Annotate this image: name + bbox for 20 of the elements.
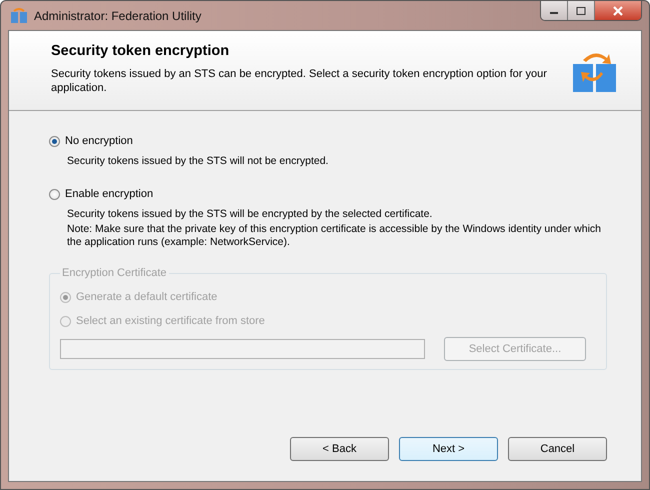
radio-button[interactable]	[49, 136, 60, 146]
radio-label[interactable]: Enable encryption	[65, 188, 154, 200]
option-description: Note: Make sure that the private key of this encryption certificate is accessible by the Windows identity under which the application runs (example: NetworkService).	[67, 223, 602, 249]
option-description: Security tokens issued by the STS will not be encrypted.	[67, 155, 330, 168]
page-description: Security tokens issued by an STS can be encrypted. Select a security token encryption option for your application.	[51, 66, 548, 94]
group-legend: Encryption Certificate	[60, 267, 169, 279]
maximize-button[interactable]	[568, 1, 595, 20]
close-button[interactable]	[595, 1, 641, 20]
app-icon	[10, 8, 28, 24]
maximize-icon	[576, 6, 586, 14]
radio-label[interactable]: No encryption	[65, 135, 133, 147]
radio-button[interactable]	[49, 188, 60, 200]
wizard-button[interactable]: Next >	[399, 437, 498, 461]
option-description: Security tokens issued by the STS will be encrypted by the selected certificate.	[67, 208, 434, 221]
page-title: Security token encryption	[51, 42, 230, 58]
wizard-button[interactable]: < Back	[290, 437, 389, 461]
close-icon	[612, 6, 624, 16]
minimize-button[interactable]	[541, 1, 568, 20]
wizard-button[interactable]: Cancel	[508, 437, 607, 461]
window-title: Administrator: Federation Utility	[34, 8, 202, 22]
